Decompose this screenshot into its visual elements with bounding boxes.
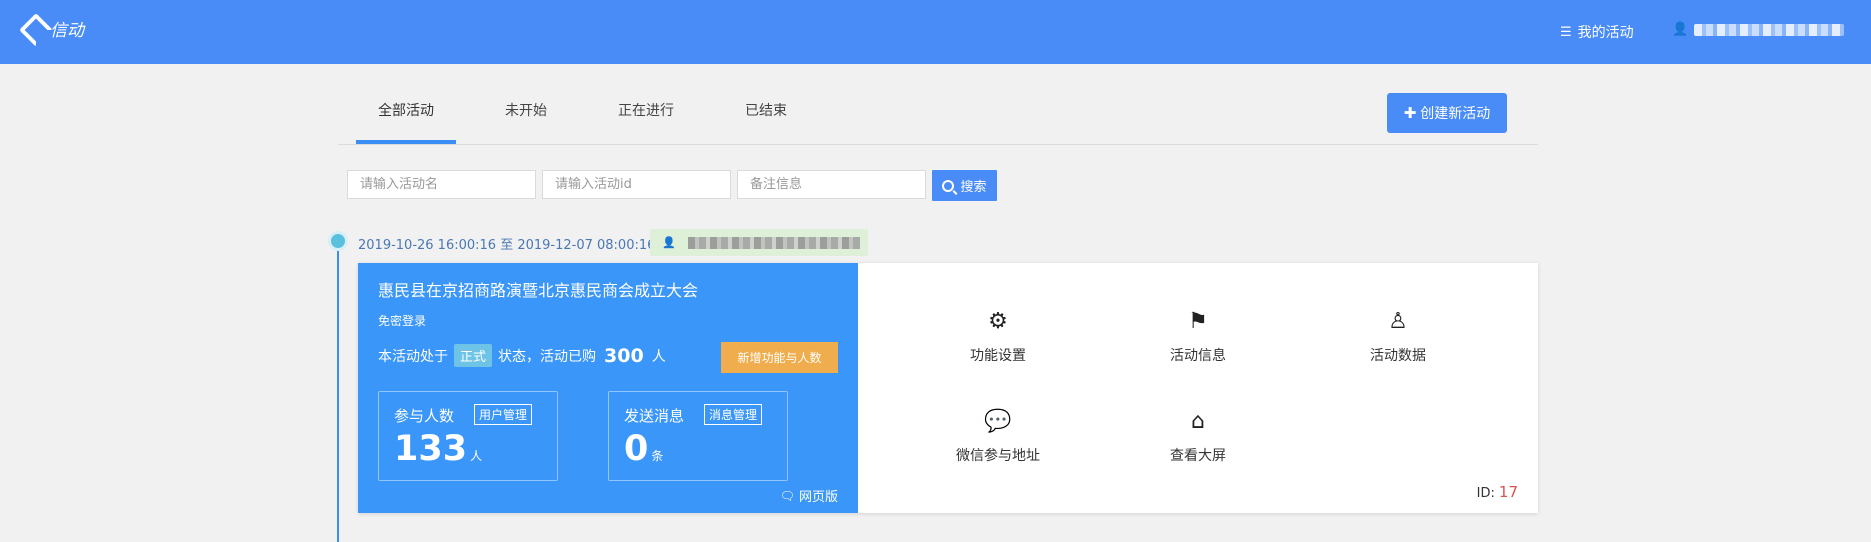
person-icon: 👤	[662, 236, 676, 249]
comments-icon: 🗨	[779, 488, 795, 503]
wechat-icon: 💬	[984, 408, 1012, 434]
activity-summary-panel: 惠民县在京招商路演暨北京惠民商会成立大会 免密登录 本活动处于 正式 状态，活动…	[358, 263, 858, 513]
id-label: ID:	[1476, 486, 1495, 501]
messages-count-wrap: 0条	[624, 429, 663, 469]
create-activity-label: 创建新活动	[1420, 106, 1491, 122]
function-settings-label: 功能设置	[970, 348, 1026, 364]
user-name-redacted	[1694, 23, 1845, 36]
activity-tabs: 全部活动 未开始 正在进行 已结束	[338, 86, 1538, 145]
participants-count-wrap: 133 人	[394, 429, 482, 469]
user-outline-icon: ♙	[1388, 308, 1408, 334]
user-menu[interactable]: 👤	[1672, 22, 1845, 37]
tab-in-progress[interactable]: 正在进行	[596, 86, 696, 142]
user-management-button[interactable]: 用户管理	[474, 404, 533, 425]
activity-name-input[interactable]	[347, 170, 536, 199]
owner-tag: 👤	[650, 229, 868, 256]
logo[interactable]: 信动	[22, 14, 84, 42]
login-mode: 免密登录	[378, 314, 427, 328]
logo-mark-icon	[22, 14, 44, 42]
wechat-join-address[interactable]: 💬 微信参与地址	[928, 403, 1068, 465]
search-bar: 搜索	[347, 170, 997, 201]
purchased-unit: 人	[651, 348, 666, 365]
message-management-button[interactable]: 消息管理	[704, 404, 763, 425]
tab-not-started[interactable]: 未开始	[476, 86, 576, 142]
view-big-screen[interactable]: ⌂ 查看大屏	[1128, 403, 1268, 465]
activity-data[interactable]: ♙ 活动数据	[1328, 303, 1468, 365]
timeline-line	[337, 242, 339, 542]
plus-icon: ✚	[1403, 104, 1417, 122]
participants-stat: 参与人数 用户管理 133 人	[378, 391, 558, 481]
screen-icon: ⌂	[1191, 408, 1205, 434]
activity-id: ID: 17	[1477, 483, 1518, 501]
web-version-label: 网页版	[798, 490, 838, 505]
messages-count: 0	[624, 429, 649, 469]
status-mid: 状态，活动已购	[498, 348, 597, 365]
activity-time-range: 2019-10-26 16:00:16 至 2019-12-07 08:00:1…	[358, 238, 656, 253]
top-navbar: 信动 ☰ 我的活动 👤	[0, 0, 1871, 64]
search-button-label: 搜索	[960, 180, 987, 195]
view-big-screen-label: 查看大屏	[1170, 448, 1226, 464]
search-button[interactable]: 搜索	[932, 170, 997, 201]
tab-all[interactable]: 全部活动	[356, 86, 456, 144]
search-icon	[942, 179, 955, 192]
wechat-join-address-label: 微信参与地址	[956, 448, 1040, 464]
activity-info-label: 活动信息	[1170, 348, 1226, 364]
web-version-link[interactable]: 🗨 网页版	[779, 486, 838, 506]
flag-icon: ⚑	[1188, 308, 1208, 334]
activity-data-label: 活动数据	[1370, 348, 1426, 364]
id-value: 17	[1498, 483, 1518, 501]
function-settings[interactable]: ⚙ 功能设置	[928, 303, 1068, 365]
add-function-button[interactable]: 新增功能与人数	[721, 342, 838, 373]
user-icon: 👤	[1672, 22, 1689, 37]
note-input[interactable]	[737, 170, 926, 199]
timeline-dot	[331, 234, 345, 248]
status-prefix: 本活动处于	[378, 348, 448, 365]
menu-list-icon: ☰	[1560, 24, 1572, 40]
create-activity-button[interactable]: ✚ 创建新活动	[1387, 93, 1507, 133]
participants-unit: 人	[470, 449, 483, 463]
owner-name-redacted	[687, 236, 860, 249]
activity-info[interactable]: ⚑ 活动信息	[1128, 303, 1268, 365]
activity-card: 惠民县在京招商路演暨北京惠民商会成立大会 免密登录 本活动处于 正式 状态，活动…	[358, 263, 1538, 513]
status-badge: 正式	[454, 344, 493, 367]
status-line: 本活动处于 正式 状态，活动已购 300 人	[378, 344, 666, 367]
messages-stat: 发送消息 消息管理 0条	[608, 391, 788, 481]
purchased-count: 300	[604, 344, 644, 367]
participants-count: 133	[394, 429, 468, 469]
my-activities-label: 我的活动	[1577, 25, 1634, 41]
gear-icon: ⚙	[988, 308, 1008, 334]
participants-label: 参与人数	[394, 407, 455, 425]
activity-title[interactable]: 惠民县在京招商路演暨北京惠民商会成立大会	[378, 277, 698, 301]
messages-label: 发送消息	[624, 407, 685, 425]
activity-id-input[interactable]	[542, 170, 731, 199]
messages-unit: 条	[651, 449, 664, 463]
my-activities-link[interactable]: ☰ 我的活动	[1560, 22, 1634, 42]
brand-text: 信动	[50, 20, 84, 41]
tab-ended[interactable]: 已结束	[716, 86, 816, 142]
